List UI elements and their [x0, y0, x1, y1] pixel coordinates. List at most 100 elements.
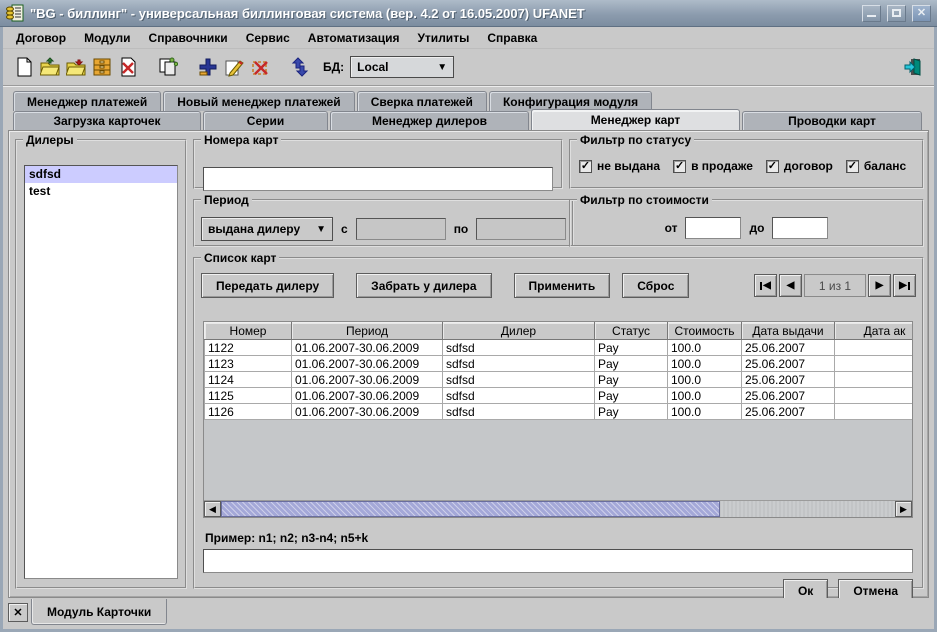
cell[interactable]: 1124 [205, 372, 292, 388]
cell[interactable]: Pay [595, 356, 668, 372]
cell[interactable] [835, 372, 914, 388]
cell[interactable]: 1122 [205, 340, 292, 356]
open-folder-icon[interactable] [37, 54, 63, 80]
first-page-button[interactable]: ◀ [754, 274, 777, 297]
tab-manager-platezhey[interactable]: Менеджер платежей [13, 91, 161, 111]
table-row[interactable]: 112301.06.2007-30.06.2009sdfsdPay100.025… [205, 356, 914, 372]
dealer-item-sdfsd[interactable]: sdfsd [25, 166, 177, 183]
tab-manager-kart[interactable]: Менеджер карт [531, 109, 740, 130]
cell[interactable]: Pay [595, 372, 668, 388]
cell[interactable]: 100.0 [668, 356, 742, 372]
cell[interactable]: 01.06.2007-30.06.2009 [292, 372, 443, 388]
cell[interactable]: 25.06.2007 [742, 372, 835, 388]
scrollbar-track[interactable] [221, 501, 895, 517]
edit-icon[interactable] [221, 54, 247, 80]
col-status[interactable]: Статус [595, 323, 668, 340]
cell[interactable]: Pay [595, 404, 668, 420]
close-module-button[interactable]: ✕ [8, 603, 28, 622]
menu-avtomatizatsiya[interactable]: Автоматизация [299, 29, 409, 47]
period-to-field[interactable] [476, 218, 566, 240]
checkbox-dogovor[interactable]: ✓ договор [766, 159, 833, 173]
menu-moduli[interactable]: Модули [75, 29, 139, 47]
horizontal-scrollbar[interactable]: ◀ ▶ [204, 500, 912, 517]
take-from-dealer-button[interactable]: Забрать у дилера [356, 273, 491, 298]
tab-sverka-platezhey[interactable]: Сверка платежей [357, 91, 487, 111]
dealer-item-test[interactable]: test [25, 183, 177, 200]
reset-button[interactable]: Сброс [622, 273, 689, 298]
cell[interactable] [835, 404, 914, 420]
cell[interactable]: 01.06.2007-30.06.2009 [292, 356, 443, 372]
col-data-ak[interactable]: Дата ак [835, 323, 914, 340]
tab-provodki-kart[interactable]: Проводки карт [742, 111, 922, 130]
cell[interactable] [835, 356, 914, 372]
menu-spravochniki[interactable]: Справочники [140, 29, 237, 47]
cell[interactable]: sdfsd [443, 372, 595, 388]
cell[interactable]: 01.06.2007-30.06.2009 [292, 404, 443, 420]
add-icon[interactable] [195, 54, 221, 80]
tab-manager-dilerov[interactable]: Менеджер дилеров [330, 111, 529, 130]
table-row[interactable]: 112401.06.2007-30.06.2009sdfsdPay100.025… [205, 372, 914, 388]
cell[interactable]: 100.0 [668, 404, 742, 420]
cell[interactable]: sdfsd [443, 356, 595, 372]
refresh-icon[interactable] [287, 54, 313, 80]
minimize-button[interactable] [862, 5, 881, 22]
apply-button[interactable]: Применить [514, 273, 611, 298]
period-from-field[interactable] [356, 218, 446, 240]
checkbox-balans[interactable]: ✓ баланс [846, 159, 906, 173]
tab-serii[interactable]: Серии [203, 111, 328, 130]
card-numbers-expression-input[interactable] [203, 549, 913, 573]
col-period[interactable]: Период [292, 323, 443, 340]
tab-zagruzka-kartochek[interactable]: Загрузка карточек [13, 111, 201, 130]
close-button[interactable]: ✕ [912, 5, 931, 22]
prev-page-button[interactable]: ◀ [779, 274, 802, 297]
delete-document-icon[interactable] [115, 54, 141, 80]
period-type-select[interactable]: выдана дилеру ▼ [201, 217, 333, 241]
menu-utility[interactable]: Утилиты [408, 29, 478, 47]
menu-spravka[interactable]: Справка [478, 29, 546, 47]
menu-dogovor[interactable]: Договор [7, 29, 75, 47]
cell[interactable]: 100.0 [668, 372, 742, 388]
cell[interactable]: Pay [595, 388, 668, 404]
cell[interactable]: sdfsd [443, 388, 595, 404]
archive-drawers-icon[interactable] [89, 54, 115, 80]
scrollbar-thumb[interactable] [221, 501, 720, 517]
cell[interactable]: 01.06.2007-30.06.2009 [292, 388, 443, 404]
cost-to-input[interactable] [772, 217, 828, 239]
checkbox-ne-vydana[interactable]: ✓ не выдана [579, 159, 660, 173]
open-folder-alt-icon[interactable] [63, 54, 89, 80]
exit-icon[interactable] [900, 54, 926, 80]
scroll-right-icon[interactable]: ▶ [895, 501, 912, 517]
tab-konfiguratsiya-modulya[interactable]: Конфигурация модуля [489, 91, 652, 111]
table-row[interactable]: 112601.06.2007-30.06.2009sdfsdPay100.025… [205, 404, 914, 420]
new-document-icon[interactable] [11, 54, 37, 80]
cell[interactable]: 25.06.2007 [742, 340, 835, 356]
cell[interactable]: sdfsd [443, 340, 595, 356]
maximize-button[interactable] [887, 5, 906, 22]
cell[interactable]: 01.06.2007-30.06.2009 [292, 340, 443, 356]
card-numbers-input[interactable] [203, 167, 553, 191]
last-page-button[interactable]: ▶ [893, 274, 916, 297]
cell[interactable]: 1126 [205, 404, 292, 420]
menu-servis[interactable]: Сервис [237, 29, 299, 47]
table-row[interactable]: 112201.06.2007-30.06.2009sdfsdPay100.025… [205, 340, 914, 356]
col-stoimost[interactable]: Стоимость [668, 323, 742, 340]
cell[interactable]: sdfsd [443, 404, 595, 420]
db-select[interactable]: Local ▼ [350, 56, 454, 78]
cell[interactable]: Pay [595, 340, 668, 356]
remove-icon[interactable] [247, 54, 273, 80]
cost-from-input[interactable] [685, 217, 741, 239]
cell[interactable]: 1125 [205, 388, 292, 404]
col-nomer[interactable]: Номер [205, 323, 292, 340]
cell[interactable]: 25.06.2007 [742, 404, 835, 420]
checkbox-v-prodazhe[interactable]: ✓ в продаже [673, 159, 753, 173]
cell[interactable]: 100.0 [668, 388, 742, 404]
cell[interactable]: 25.06.2007 [742, 388, 835, 404]
cell[interactable] [835, 388, 914, 404]
cell[interactable] [835, 340, 914, 356]
transfer-to-dealer-button[interactable]: Передать дилеру [201, 273, 334, 298]
next-page-button[interactable]: ▶ [868, 274, 891, 297]
tab-novyi-manager-platezhey[interactable]: Новый менеджер платежей [163, 91, 354, 111]
cell[interactable]: 100.0 [668, 340, 742, 356]
table-row[interactable]: 112501.06.2007-30.06.2009sdfsdPay100.025… [205, 388, 914, 404]
cell[interactable]: 1123 [205, 356, 292, 372]
